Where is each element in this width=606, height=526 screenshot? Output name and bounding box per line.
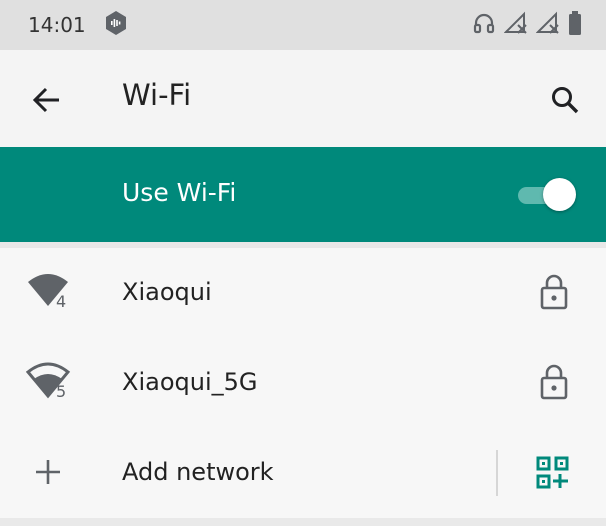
- toggle-thumb: [543, 178, 576, 211]
- signal-no-service-icon: [503, 11, 528, 39]
- back-button[interactable]: [30, 84, 62, 116]
- network-item-xiaoqui-5g[interactable]: 5 Xiaoqui_5G: [0, 338, 606, 428]
- signal-badge: 4: [56, 292, 66, 311]
- lock-icon: [540, 274, 568, 310]
- network-item-xiaoqui[interactable]: 4 Xiaoqui: [0, 248, 606, 338]
- add-network-row[interactable]: Add network: [0, 428, 606, 518]
- network-list: 4 Xiaoqui 5 Xiaoqui_5G Add network: [0, 248, 606, 518]
- status-right: [472, 10, 582, 40]
- app-bar: Wi-Fi: [0, 50, 606, 147]
- signal-badge: 5: [56, 382, 66, 401]
- status-bar: 14:01: [0, 0, 606, 50]
- add-network-label: Add network: [122, 458, 274, 486]
- headset-icon: [472, 11, 496, 39]
- network-name: Xiaoqui: [122, 278, 212, 306]
- divider: [496, 450, 498, 496]
- status-left: 14:01: [28, 10, 128, 40]
- battery-icon: [568, 10, 582, 40]
- wifi-4-icon: 4: [28, 274, 68, 311]
- plus-icon: [36, 460, 60, 484]
- status-time: 14:01: [28, 13, 86, 37]
- wifi-5-icon: 5: [26, 362, 71, 401]
- app-notification-icon: [104, 10, 128, 40]
- network-name: Xiaoqui_5G: [122, 368, 258, 396]
- use-wifi-row[interactable]: Use Wi-Fi: [0, 147, 606, 242]
- use-wifi-label: Use Wi-Fi: [122, 178, 237, 207]
- signal-no-service-icon: [535, 11, 560, 39]
- qr-code-scanner-icon[interactable]: [536, 456, 570, 490]
- search-icon: [552, 87, 579, 114]
- wifi-toggle[interactable]: [518, 178, 576, 212]
- search-button[interactable]: [548, 83, 582, 117]
- bottom-edge: [0, 518, 606, 526]
- page-title: Wi-Fi: [122, 78, 192, 112]
- back-arrow-icon: [32, 87, 59, 113]
- lock-icon: [540, 364, 568, 400]
